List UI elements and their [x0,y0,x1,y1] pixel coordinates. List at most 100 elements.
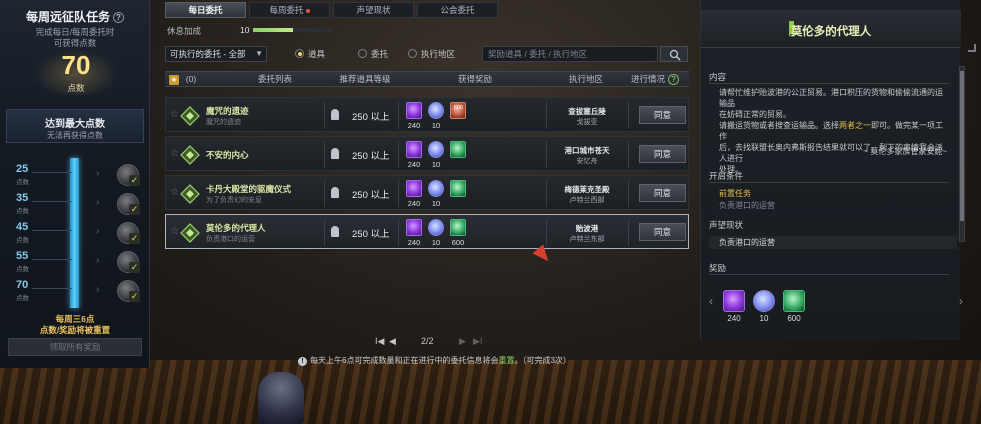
favorite-star-icon[interactable]: ☆ [170,109,179,120]
recommended-level: 250 以上 [352,151,390,162]
favorite-star-icon[interactable]: ☆ [170,187,179,198]
milestone-value: 70 [16,279,29,291]
detail-header: 莫伦多的代理人 [701,10,961,48]
green-item-icon[interactable] [450,180,466,197]
accept-button[interactable]: 同意 [639,106,686,124]
milestone-value: 25 [16,163,29,175]
reward-count: 600 [451,238,465,247]
player-character [258,372,304,424]
detail-body-highlight: 两者之一 [839,121,871,130]
blue-gem-icon[interactable] [428,141,444,158]
commission-title: 卡丹大殿堂的驱魔仪式 [206,184,292,194]
reset-notice-bar: ! 每天上午6点可完成数量和正在进行中的委托信息将会重置。（可完成3次） [298,355,598,367]
points-description: 完成每日/每周委托时 可获得点数 [8,27,142,49]
table-row[interactable]: ☆ 魔咒的遗迹 魔咒的遗迹 250 以上 240 10 600 查拔塞丘陵 戈拔… [165,97,689,132]
search-icon [669,49,681,61]
detail-body-line: 请搬运货物或者搜查运输品。选择两者之一即可。做完某一项工作 [719,120,949,142]
purple-crystal-icon[interactable] [406,141,422,158]
check-icon: ✓ [129,204,140,215]
help-icon[interactable]: ? [668,74,679,86]
milestone-unit: 点数 [16,179,29,186]
region-name: 港口城市苍天 [564,146,610,155]
unlock-condition-label: 开启条件 [709,171,744,181]
tab-guild-commission[interactable]: 公会委托 [417,2,498,18]
search-input[interactable]: 奖励道具 / 委托 / 执行地区 [482,46,658,62]
prerequisite-value: 负责港口的运营 [719,201,775,210]
green-crystal-icon[interactable] [783,290,805,312]
region-subname: 卢特兰东部 [569,236,605,243]
detail-body-line: 处理。 [719,165,743,174]
tab-weekly-commission[interactable]: 每周委托 [249,2,330,18]
blue-gem-icon[interactable] [428,180,444,197]
filter-select-value: 可执行的委托 - 全部 [170,49,246,59]
milestone-value: 45 [16,221,29,233]
header-commission-list: 委托列表 [257,74,292,84]
column-divider [628,219,629,246]
purple-crystal-icon[interactable] [406,102,422,119]
accept-button[interactable]: 同意 [639,223,686,241]
accept-button[interactable]: 同意 [639,145,686,163]
blue-gem-icon[interactable] [753,290,775,312]
scrollbar-thumb[interactable] [960,71,964,221]
page-indicator: 2/2 [421,336,434,346]
recommended-level: 250 以上 [352,112,390,123]
check-icon: ✓ [129,291,140,302]
blue-gem-icon[interactable] [428,219,444,236]
radio-commission[interactable] [358,49,367,58]
reputation-label: 声望现状 [709,220,744,230]
blue-gem-icon[interactable] [428,102,444,119]
green-item-icon[interactable] [450,141,466,158]
weekly-expedition-title-text: 每周远征队任务 [25,10,110,24]
first-page-button[interactable]: I◀ [375,336,384,347]
column-divider [398,219,399,246]
reward-count: 240 [407,121,421,130]
milestone-tick [32,230,72,231]
section-divider [709,274,949,275]
milestone-tick [32,259,72,260]
red-item-icon[interactable]: 600 [450,102,466,119]
search-button[interactable] [660,46,688,62]
last-page-button[interactable]: ▶I [473,336,482,347]
table-row[interactable]: ☆ 莫伦多的代理人 负责港口的运营 250 以上 240 10 600 贻波港 … [165,214,689,249]
tab-reputation[interactable]: 声望现状 [333,2,414,18]
column-divider [324,102,325,129]
tab-label: 公会委托 [440,5,475,15]
commission-tabs: 每日委托 每周委托 声望现状 公会委托 [165,2,693,18]
column-divider [398,102,399,129]
radio-region[interactable] [408,49,417,58]
prev-page-button[interactable]: ◀ [389,336,396,347]
chevron-left-icon[interactable]: ‹ [709,294,713,308]
column-divider [324,141,325,168]
info-icon: ! [298,357,307,366]
region-name: 梅德莱克圣殿 [564,185,610,194]
favorite-star-icon[interactable]: ☆ [170,148,179,159]
purple-crystal-icon[interactable] [406,219,422,236]
detail-body: 请帮忙维护贻波港的公正贸易。港口积压的货物和偷偷流通的运输品 在妨碍正常的贸易。… [719,87,949,175]
tab-daily-commission[interactable]: 每日委托 [165,2,246,18]
tab-label: 声望现状 [356,5,391,15]
next-page-button[interactable]: ▶ [459,336,466,347]
commission-filter-select[interactable]: 可执行的委托 - 全部 ▼ [165,46,267,62]
column-divider [546,180,547,207]
commission-table-header: ★ (0) 委托列表 推荐道具等级 获得奖励 执行地区 进行情况? [165,71,689,87]
reward-count: 10 [431,238,441,247]
favorite-star-icon[interactable]: ☆ [170,226,179,237]
purple-crystal-icon[interactable] [406,180,422,197]
help-icon[interactable]: ? [113,12,124,24]
chevron-right-icon: › [96,226,100,237]
table-row[interactable]: ☆ 卡丹大殿堂的驱魔仪式 为了负责幻的安息 250 以上 240 10 梅德莱克… [165,175,689,210]
detail-scrollbar[interactable] [959,66,965,242]
table-row[interactable]: ☆ 不安的内心 250 以上 240 10 港口城市苍天 安忆舟 同意 [165,136,689,171]
claim-all-rewards-button[interactable]: 领取所有奖励 [8,338,142,356]
radio-item[interactable] [295,49,304,58]
chevron-right-icon: › [96,284,100,295]
chevron-right-icon[interactable]: › [959,294,963,308]
milestone-value: 55 [16,250,29,262]
tab-label: 每日委托 [188,5,223,15]
purple-crystal-icon[interactable] [723,290,745,312]
helmet-icon [331,226,339,237]
accept-button[interactable]: 同意 [639,184,686,202]
green-crystal-icon[interactable] [450,219,466,236]
rest-bonus-label: 休息加成 [167,26,202,36]
favorite-star-icon[interactable]: ★ [169,75,179,85]
